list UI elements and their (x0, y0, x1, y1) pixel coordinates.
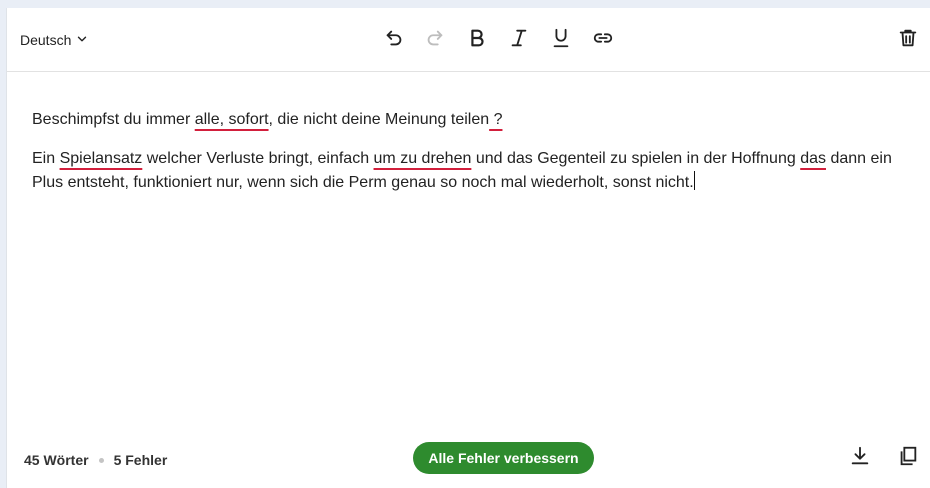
bold-button[interactable] (462, 25, 492, 55)
error-highlight[interactable]: alle, sofort (195, 111, 269, 128)
word-count: 45 Wörter (24, 452, 89, 468)
editor-content[interactable]: Beschimpfst du immer alle, sofort, die n… (32, 108, 922, 210)
text-cursor (693, 171, 695, 190)
error-highlight[interactable]: das (800, 150, 826, 167)
text-segment: welcher Verluste bringt, einfach (142, 150, 374, 167)
italic-button[interactable] (504, 25, 534, 55)
underline-button[interactable] (546, 25, 576, 55)
download-icon (849, 445, 871, 472)
copy-button[interactable] (895, 445, 921, 471)
italic-icon (508, 27, 530, 54)
editor-toolbar: Deutsch (7, 8, 930, 72)
text-segment: und das Gegenteil zu spielen in der Hoff… (471, 150, 801, 167)
link-icon (592, 27, 614, 54)
redo-button[interactable] (420, 25, 450, 55)
text-segment: Ein (32, 150, 60, 167)
chevron-down-icon (75, 32, 89, 49)
language-label: Deutsch (20, 32, 72, 48)
document-stats: 45 Wörter 5 Fehler (24, 450, 167, 470)
download-button[interactable] (847, 445, 873, 471)
undo-icon (383, 27, 405, 54)
copy-icon (897, 445, 919, 472)
redo-icon (424, 27, 446, 54)
paragraph-2: Ein Spielansatz welcher Verluste bringt,… (32, 147, 922, 195)
underline-icon (550, 27, 572, 54)
text-segment: Beschimpfst du immer (32, 111, 195, 128)
text-editor[interactable]: Deutsch Beschimpfst du immer alle, sofor… (6, 8, 930, 488)
error-highlight[interactable]: um zu drehen (374, 150, 472, 167)
paragraph-1: Beschimpfst du immer alle, sofort, die n… (32, 108, 922, 132)
bold-icon (466, 27, 488, 54)
fix-all-errors-button[interactable]: Alle Fehler verbessern (413, 442, 594, 474)
error-highlight[interactable]: Spielansatz (60, 150, 143, 167)
separator-dot (98, 457, 104, 463)
undo-button[interactable] (379, 25, 409, 55)
trash-icon (897, 27, 919, 54)
error-highlight[interactable]: ? (489, 111, 503, 128)
link-button[interactable] (588, 25, 618, 55)
error-count: 5 Fehler (113, 452, 168, 468)
language-selector[interactable]: Deutsch (20, 29, 89, 51)
delete-button[interactable] (893, 25, 923, 55)
text-segment: , die nicht deine Meinung teilen (268, 111, 490, 128)
